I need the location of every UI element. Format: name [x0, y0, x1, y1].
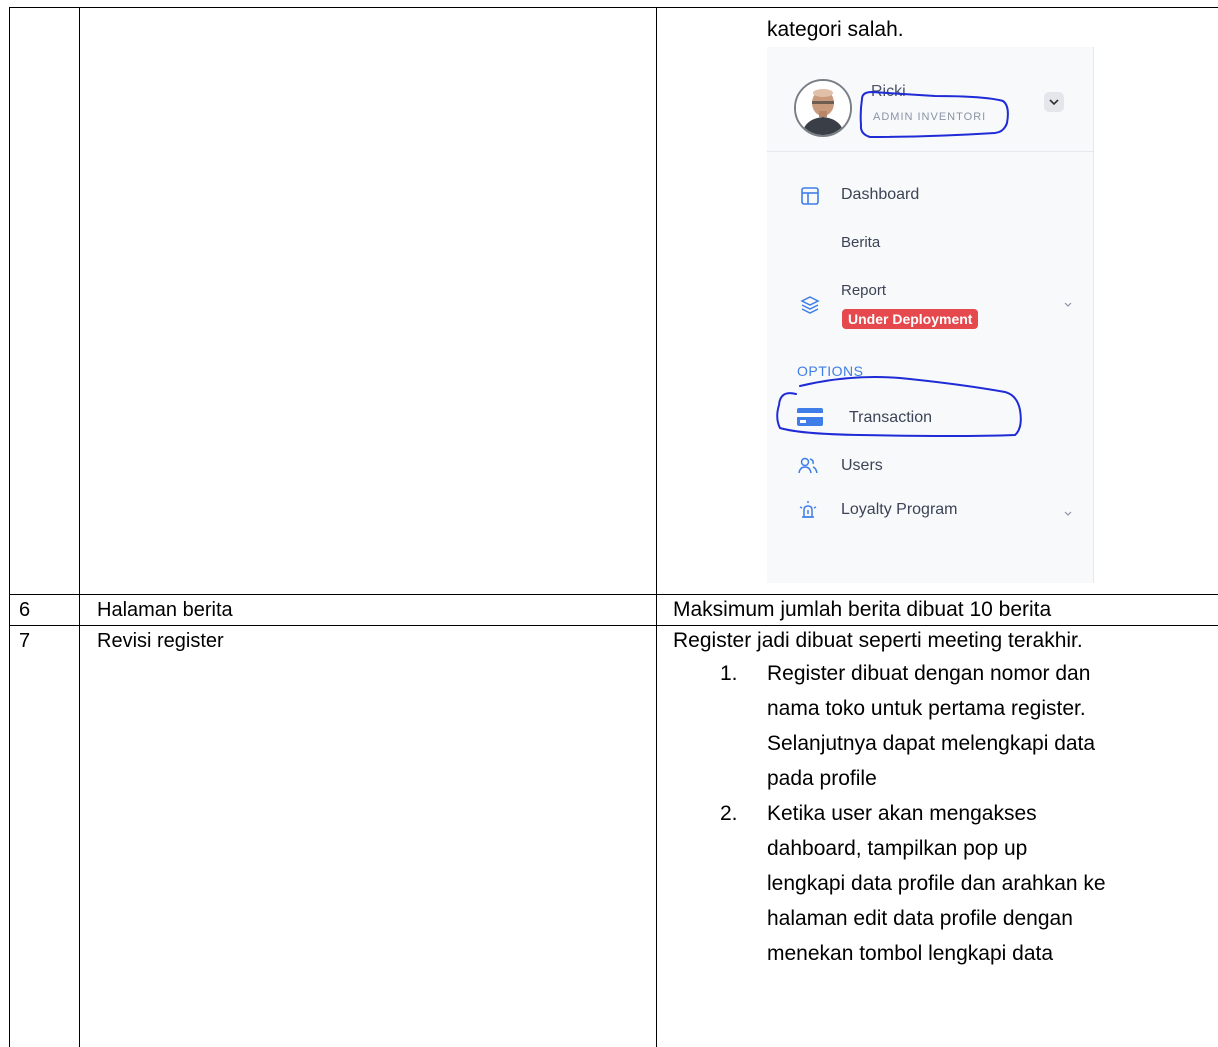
list-item-line: Selanjutnya dapat melengkapi data: [767, 732, 1096, 755]
list-item-line: Ketika user akan mengakses: [767, 802, 1037, 825]
row7-description-intro: Register jadi dibuat seperti meeting ter…: [673, 629, 1083, 652]
list-item-line: nama toko untuk pertama register.: [767, 697, 1086, 720]
list-item-line: halaman edit data profile dengan: [767, 907, 1073, 930]
list-item: 1. Register dibuat dengan nomor dan nama…: [720, 660, 1218, 800]
row7-number: 7: [19, 630, 31, 652]
list-item-number: 1.: [720, 662, 738, 685]
row7-numbered-list: 1. Register dibuat dengan nomor dan nama…: [720, 660, 1218, 975]
list-item-line: pada profile: [767, 767, 877, 790]
list-item-line: lengkapi data profile dan arahkan ke: [767, 872, 1106, 895]
list-item-line: Register dibuat dengan nomor dan: [767, 662, 1091, 685]
list-item-number: 2.: [720, 802, 738, 825]
transaction-circle-annotation: [776, 376, 1022, 437]
row6-number: 6: [19, 599, 31, 621]
row6-feature: Halaman berita: [97, 599, 233, 621]
role-circle-annotation: [859, 90, 1009, 139]
list-item-line: dahboard, tampilkan pop up: [767, 837, 1028, 860]
annotation-scribbles: [776, 90, 1022, 437]
table-row-divider-6-7: [9, 625, 1218, 626]
row7-feature: Revisi register: [97, 630, 224, 652]
row6-description: Maksimum jumlah berita dibuat 10 berita: [673, 598, 1052, 621]
list-item: 2. Ketika user akan mengakses dahboard, …: [720, 800, 1218, 975]
list-item-line: menekan tombol lengkapi data: [767, 942, 1054, 965]
